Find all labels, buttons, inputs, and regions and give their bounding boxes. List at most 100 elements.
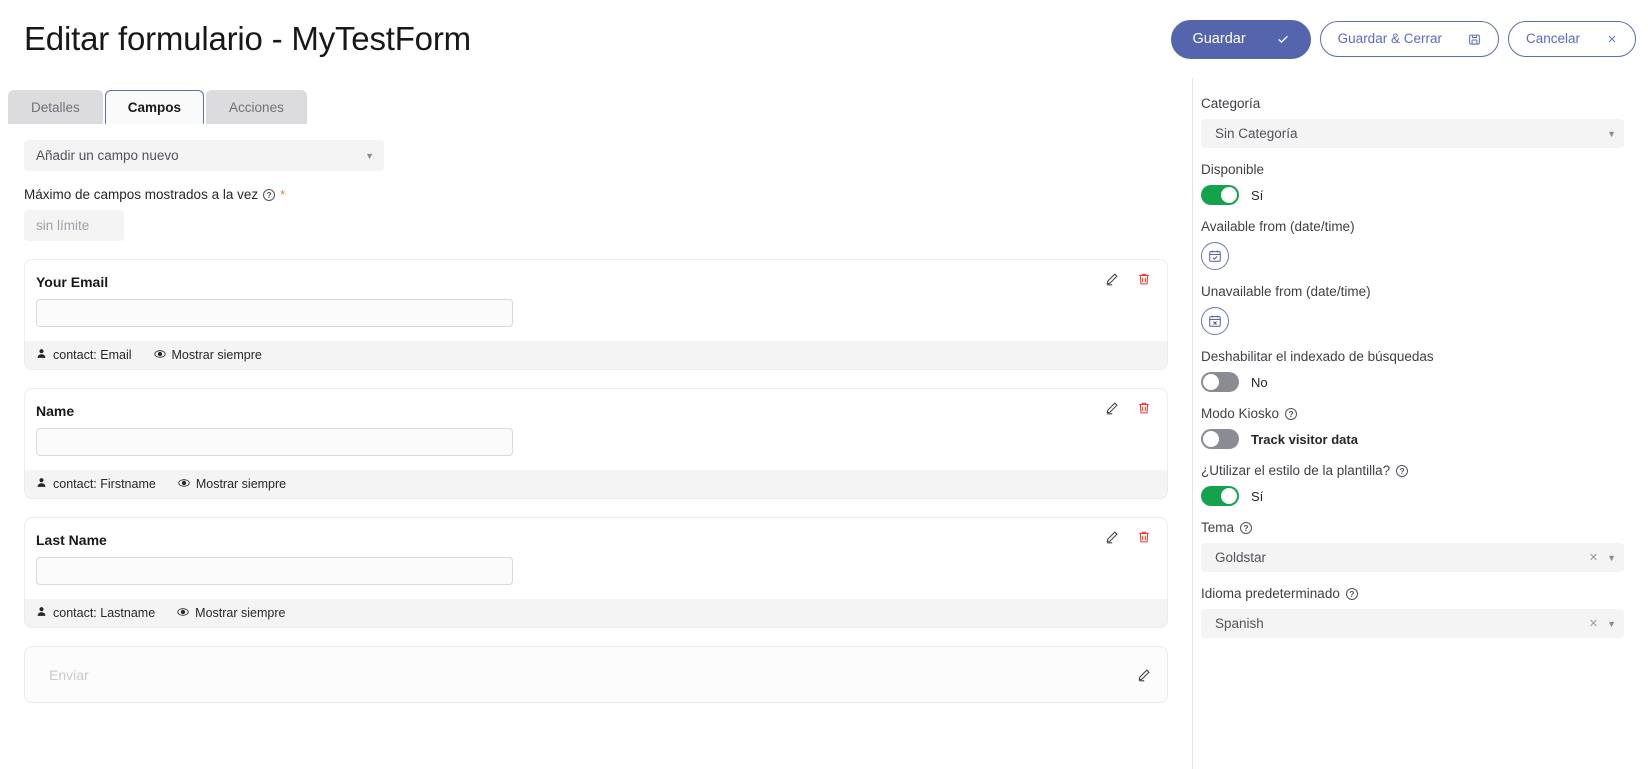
- toggle-knob: [1203, 374, 1219, 390]
- max-fields-group: Máximo de campos mostrados a la vez ? *: [24, 187, 1168, 241]
- settings-pane: Categoría Sin Categoría ▼ Disponible Sí …: [1192, 78, 1648, 769]
- field-mapping-label: contact: Email: [53, 348, 132, 362]
- field-card-list: Your Email contact: Email Mostrar siempr…: [24, 259, 1168, 703]
- help-icon[interactable]: ?: [1285, 407, 1298, 420]
- unavailable-from-group: Unavailable from (date/time): [1201, 284, 1624, 335]
- available-toggle[interactable]: [1201, 185, 1239, 205]
- template-style-toggle[interactable]: [1201, 486, 1239, 506]
- help-icon[interactable]: ?: [263, 188, 276, 201]
- field-visibility-label: Mostrar siempre: [195, 606, 286, 620]
- eye-icon: [153, 348, 166, 363]
- tab-campos-label: Campos: [127, 99, 182, 115]
- tab-detalles[interactable]: Detalles: [8, 90, 103, 124]
- toggle-knob: [1203, 431, 1219, 447]
- chevron-down-icon: ▼: [365, 150, 374, 161]
- cancel-button[interactable]: Cancelar: [1507, 21, 1636, 57]
- category-select[interactable]: Sin Categoría ▼: [1201, 119, 1624, 148]
- tab-acciones[interactable]: Acciones: [206, 90, 307, 124]
- language-value: Spanish: [1215, 616, 1264, 631]
- edit-field-icon[interactable]: [1105, 530, 1119, 544]
- field-mapping-label: contact: Lastname: [53, 606, 156, 620]
- save-button-label: Guardar: [1192, 30, 1246, 47]
- field-mapping: contact: Firstname: [36, 477, 156, 491]
- add-new-field-select[interactable]: Añadir un campo nuevo ▼: [24, 140, 384, 171]
- calendar-x-icon[interactable]: [1201, 307, 1229, 335]
- clear-x-icon[interactable]: ✕: [1589, 551, 1598, 564]
- field-mapping: contact: Lastname: [36, 606, 155, 620]
- kiosk-mode-toggle[interactable]: [1201, 429, 1239, 449]
- help-icon[interactable]: ?: [1240, 521, 1253, 534]
- cancel-button-label: Cancelar: [1525, 31, 1580, 47]
- edit-submit-icon[interactable]: [1137, 668, 1151, 682]
- help-icon[interactable]: ?: [1345, 587, 1358, 600]
- field-preview-input[interactable]: [36, 557, 513, 585]
- field-preview-input[interactable]: [36, 428, 513, 456]
- field-card: Name contact: Firstname Mostrar siempre: [24, 388, 1168, 499]
- available-group: Disponible Sí: [1201, 162, 1624, 205]
- field-card-body: Name: [25, 389, 1167, 470]
- clear-x-icon[interactable]: ✕: [1589, 617, 1598, 630]
- delete-field-icon[interactable]: [1137, 530, 1151, 544]
- field-visibility: Mostrar siempre: [153, 348, 262, 363]
- eye-icon: [177, 606, 189, 621]
- header-actions: Guardar Guardar & Cerrar Cancelar: [1171, 19, 1636, 59]
- theme-label: Tema: [1201, 520, 1235, 535]
- tab-acciones-label: Acciones: [229, 100, 284, 115]
- field-mapping: contact: Email: [36, 348, 132, 362]
- edit-field-icon[interactable]: [1105, 272, 1119, 286]
- field-preview-input[interactable]: [36, 299, 513, 327]
- body-split: Detalles Campos Acciones Añadir un campo…: [0, 78, 1648, 769]
- check-icon: [1276, 32, 1290, 46]
- theme-select[interactable]: Goldstar ✕ ▼: [1201, 543, 1624, 572]
- disable-index-toggle[interactable]: [1201, 372, 1239, 392]
- field-card-tools: [1105, 272, 1151, 286]
- add-new-field-label: Añadir un campo nuevo: [36, 148, 179, 163]
- field-card-title: Your Email: [36, 274, 109, 290]
- contact-person-icon: [36, 477, 47, 491]
- category-value: Sin Categoría: [1215, 126, 1298, 141]
- disable-index-group: Deshabilitar el indexado de búsquedas No: [1201, 349, 1624, 392]
- field-visibility-label: Mostrar siempre: [171, 348, 262, 362]
- eye-icon: [178, 477, 190, 492]
- save-and-close-button[interactable]: Guardar & Cerrar: [1319, 21, 1499, 57]
- language-group: Idioma predeterminado ? Spanish ✕ ▼: [1201, 586, 1624, 638]
- contact-person-icon: [36, 606, 47, 620]
- language-label-row: Idioma predeterminado ?: [1201, 586, 1624, 601]
- field-card-body: Last Name: [25, 518, 1167, 599]
- disable-index-state: No: [1251, 374, 1268, 390]
- field-mapping-label: contact: Firstname: [53, 477, 156, 491]
- disable-index-toggle-row: No: [1201, 372, 1624, 392]
- chevron-down-icon[interactable]: ▼: [1607, 129, 1616, 139]
- page-header: Editar formulario - MyTestForm Guardar G…: [0, 0, 1648, 78]
- field-card-footer: contact: Firstname Mostrar siempre: [25, 470, 1167, 498]
- category-select-icons: ▼: [1607, 129, 1616, 139]
- save-button[interactable]: Guardar: [1171, 19, 1311, 59]
- delete-field-icon[interactable]: [1137, 401, 1151, 415]
- save-disk-icon: [1468, 33, 1481, 46]
- max-fields-label: Máximo de campos mostrados a la vez: [24, 187, 259, 202]
- toggle-knob: [1221, 488, 1237, 504]
- available-label: Disponible: [1201, 162, 1265, 177]
- delete-field-icon[interactable]: [1137, 272, 1151, 286]
- help-icon[interactable]: ?: [1396, 464, 1409, 477]
- chevron-down-icon[interactable]: ▼: [1607, 619, 1616, 629]
- field-card-tools: [1105, 530, 1151, 544]
- chevron-down-icon[interactable]: ▼: [1607, 553, 1616, 563]
- language-select[interactable]: Spanish ✕ ▼: [1201, 609, 1624, 638]
- max-fields-label-row: Máximo de campos mostrados a la vez ? *: [24, 187, 1168, 202]
- max-fields-input[interactable]: [24, 210, 124, 241]
- template-style-toggle-row: Sí: [1201, 486, 1624, 506]
- kiosk-mode-group: Modo Kiosko ? Track visitor data: [1201, 406, 1624, 449]
- edit-field-icon[interactable]: [1105, 401, 1119, 415]
- kiosk-mode-label: Modo Kiosko: [1201, 406, 1280, 421]
- save-and-close-button-label: Guardar & Cerrar: [1337, 31, 1442, 47]
- field-card-footer: contact: Lastname Mostrar siempre: [25, 599, 1167, 627]
- calendar-check-icon[interactable]: [1201, 242, 1229, 270]
- form-editor-pane: Detalles Campos Acciones Añadir un campo…: [0, 78, 1192, 769]
- template-style-group: ¿Utilizar el estilo de la plantilla? ? S…: [1201, 463, 1624, 506]
- theme-label-row: Tema ?: [1201, 520, 1624, 535]
- theme-group: Tema ? Goldstar ✕ ▼: [1201, 520, 1624, 572]
- theme-value: Goldstar: [1215, 550, 1267, 565]
- required-asterisk: *: [280, 187, 286, 202]
- tab-campos[interactable]: Campos: [104, 90, 205, 124]
